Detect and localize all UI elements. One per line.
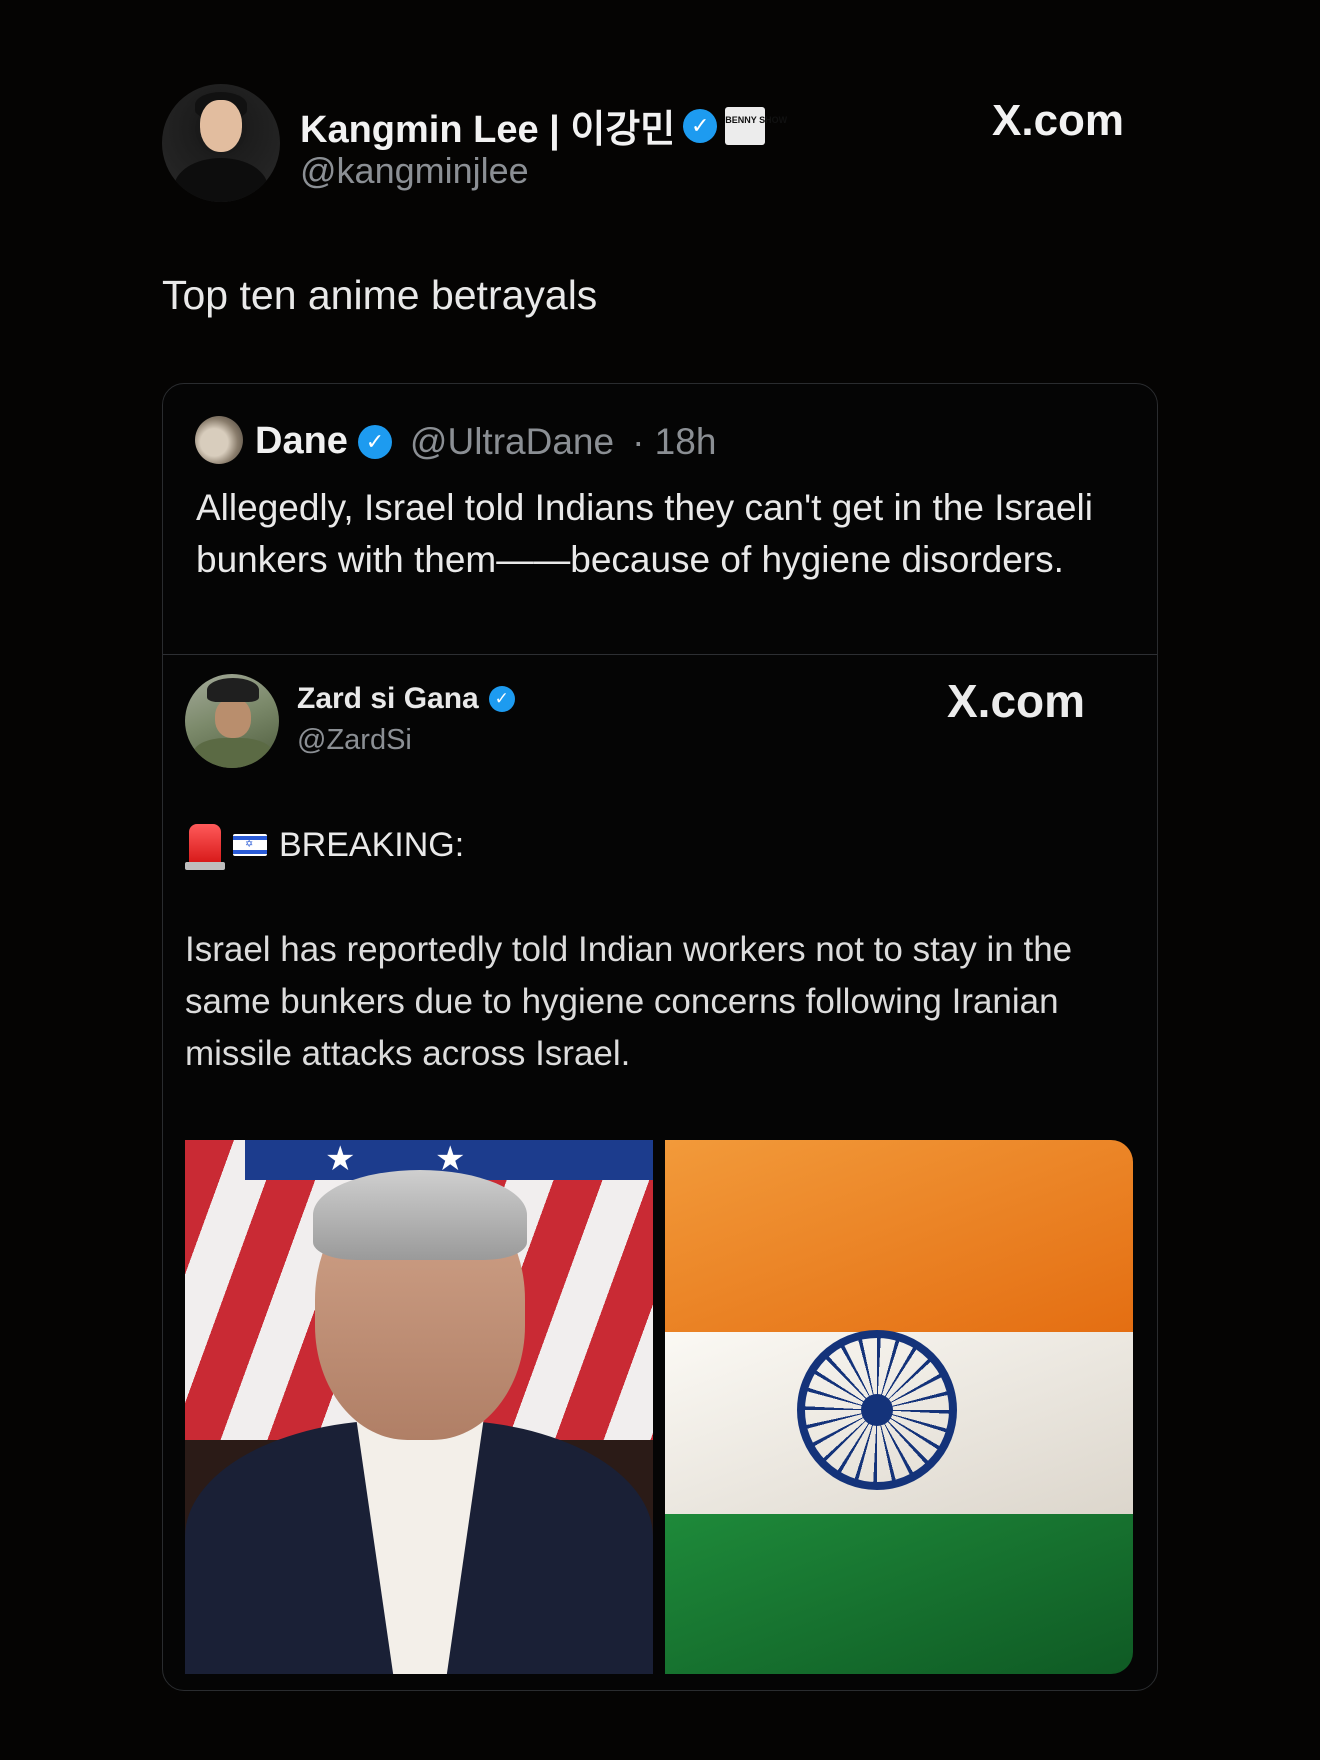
person-hair (313, 1170, 527, 1260)
quote-author-handle[interactable]: @UltraDane (410, 421, 614, 463)
tweet-text: Top ten anime betrayals (162, 272, 598, 318)
avatar-body (174, 158, 268, 202)
embedded-source-label: X.com (947, 675, 1086, 727)
author-avatar[interactable] (162, 84, 280, 202)
india-flag-photo[interactable] (665, 1140, 1133, 1674)
quote-author-name[interactable]: Dane (255, 420, 348, 463)
verified-badge-icon: ✓ (357, 424, 392, 459)
embedded-body-text: Israel has reportedly told Indian worker… (185, 930, 1073, 1073)
breaking-line: ✡ BREAKING: (185, 824, 465, 870)
israel-flag-icon: ✡ (233, 834, 267, 856)
chakra-hub (861, 1394, 893, 1426)
quote-author-row[interactable]: Dane ✓ @UltraDane · 18h (255, 420, 716, 463)
quote-author-avatar[interactable] (195, 416, 243, 464)
man-in-suit-with-us-flag-photo[interactable]: ★ ★ (185, 1140, 653, 1674)
quote-card[interactable]: Dane ✓ @UltraDane · 18h Allegedly, Israe… (162, 383, 1158, 1691)
embedded-author-avatar (185, 674, 279, 768)
quote-text: Allegedly, Israel told Indians they can'… (196, 487, 1093, 580)
quote-timestamp[interactable]: · 18h (632, 421, 716, 463)
author-handle[interactable]: @kangminjlee (300, 150, 529, 192)
avatar-face (215, 698, 251, 738)
siren-icon (185, 824, 225, 870)
embedded-author-handle: @ZardSi (297, 724, 412, 756)
star-icon: ★ (325, 1140, 356, 1178)
source-label: X.com (992, 96, 1125, 145)
author-name-row[interactable]: Kangmin Lee | 이강민 ✓ BENNY SHOW (300, 98, 787, 153)
avatar-body (193, 738, 273, 768)
verified-badge-icon: ✓ (488, 686, 515, 712)
avatar-face (200, 100, 242, 152)
flag-green-band (665, 1513, 1133, 1674)
avatar-beret (207, 678, 259, 702)
breaking-label: BREAKING: (279, 825, 465, 864)
affiliate-badge-icon: BENNY SHOW (725, 106, 787, 145)
verified-badge-icon: ✓ (683, 108, 718, 143)
embedded-author-name: Zard si Gana (297, 682, 479, 715)
embedded-author-row: Zard si Gana ✓ (297, 682, 515, 716)
divider (163, 654, 1157, 655)
author-name[interactable]: Kangmin Lee | 이강민 (300, 98, 675, 153)
flag-saffron-band (665, 1140, 1133, 1333)
